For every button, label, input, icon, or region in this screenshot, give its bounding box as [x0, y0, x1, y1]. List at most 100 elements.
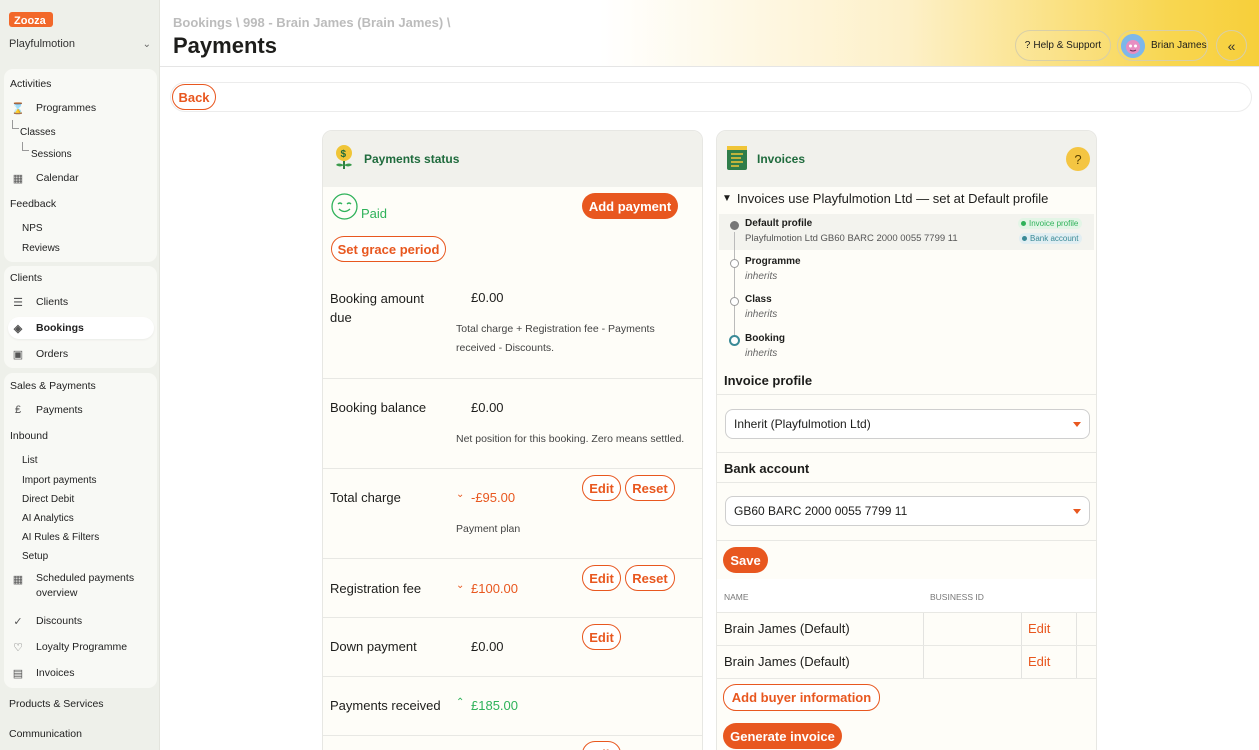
action-bar	[170, 82, 1252, 112]
calendar-icon: ▦	[12, 172, 24, 185]
reset-total-charge-button[interactable]: Reset	[625, 475, 675, 501]
set-grace-period-button[interactable]: Set grace period	[331, 236, 446, 262]
money-plant-icon: $	[336, 145, 352, 169]
sidebar-item-orders[interactable]: ▣ Orders	[8, 343, 154, 365]
payments-received-label: Payments received	[330, 698, 441, 713]
clients-group: Clients ☰ Clients ◈ Bookings ▣ Orders	[4, 266, 157, 368]
svg-text:$: $	[341, 149, 347, 160]
zooza-logo[interactable]: Zooza	[9, 9, 55, 29]
booking-balance-value: £0.00	[471, 400, 504, 415]
payments-status-card: $ Payments status Paid Add payment Set g…	[322, 130, 703, 750]
chevron-down-icon[interactable]: ⌄	[456, 580, 464, 591]
sidebar-item-classes[interactable]: Classes	[16, 121, 162, 143]
edit-buyer-link[interactable]: Edit	[1028, 621, 1050, 636]
total-charge-label: Total charge	[330, 490, 401, 505]
add-buyer-information-button[interactable]: Add buyer information	[723, 684, 880, 711]
triangle-down-icon: ▼	[722, 193, 732, 204]
edit-button[interactable]: Edit	[582, 741, 621, 750]
sidebar-item-payments[interactable]: ₤ Payments	[8, 399, 154, 421]
sales-group: Sales & Payments ₤ Payments Inbound List …	[4, 373, 157, 688]
breadcrumb[interactable]: Bookings \ 998 - Brain James (Brain Jame…	[173, 15, 450, 30]
add-payment-button[interactable]: Add payment	[582, 193, 678, 219]
timeline-dot-current	[729, 335, 740, 346]
sidebar-item-products[interactable]: Products & Services	[9, 698, 104, 710]
sidebar-item-invoices[interactable]: ▤ Invoices	[8, 662, 154, 684]
generate-invoice-button[interactable]: Generate invoice	[723, 723, 842, 749]
booking-amount-due-value: £0.00	[471, 290, 504, 305]
sidebar-item-discounts[interactable]: ✓ Discounts	[8, 610, 154, 632]
bookings-icon: ◈	[13, 322, 23, 335]
activities-group: Activities ⌛ Programmes Classes Sessions …	[4, 69, 157, 262]
question-icon: ?	[1024, 40, 1031, 51]
tag-icon: ✓	[13, 615, 23, 628]
timeline-default-profile: Default profile Playfulmotion Ltd GB60 B…	[745, 218, 958, 244]
back-button[interactable]: Back	[172, 84, 216, 110]
invoice-profile-label: Invoice profile	[724, 373, 813, 388]
edit-total-charge-button[interactable]: Edit	[582, 475, 621, 501]
sidebar-item-clients[interactable]: ☰ Clients	[8, 291, 154, 313]
group-title-sales: Sales & Payments	[10, 380, 96, 392]
payments-received-value: £185.00	[471, 698, 518, 713]
column-header-business-id: BUSINESS ID	[930, 592, 984, 602]
chevron-up-icon[interactable]: ⌃	[456, 697, 464, 708]
help-icon[interactable]: ?	[1066, 147, 1090, 171]
total-charge-desc: Payment plan	[456, 523, 521, 535]
clients-icon: ☰	[13, 296, 23, 309]
table-row: Brain James (Default) Edit	[717, 613, 1096, 645]
bank-account-badge: Bank account	[1019, 233, 1083, 244]
payment-status-label: Paid	[361, 206, 388, 221]
sidebar-item-bookings[interactable]: ◈ Bookings	[8, 317, 154, 339]
buyer-name: Brain James (Default)	[724, 621, 850, 636]
edit-registration-fee-button[interactable]: Edit	[582, 565, 621, 591]
caret-down-icon	[1073, 422, 1081, 427]
total-charge-value: -£95.00	[471, 490, 516, 505]
invoices-card-title: Invoices	[757, 152, 806, 166]
reset-registration-fee-button[interactable]: Reset	[625, 565, 675, 591]
group-title-activities: Activities	[10, 78, 52, 90]
booking-amount-due-label: Booking amount due	[330, 291, 424, 325]
invoice-profile-select[interactable]: Inherit (Playfulmotion Ltd)	[725, 409, 1090, 439]
sidebar-item-loyalty[interactable]: ♡ Loyalty Programme	[8, 636, 154, 658]
group-title-feedback: Feedback	[10, 198, 57, 210]
save-button[interactable]: Save	[723, 547, 768, 573]
invoice-profile-badge: Invoice profile	[1018, 218, 1083, 229]
column-header-name: NAME	[724, 592, 749, 602]
calendar-icon: ▦	[12, 574, 24, 586]
collapse-icon[interactable]: «	[1216, 30, 1247, 61]
chevron-down-icon[interactable]: ⌄	[456, 489, 464, 500]
booking-amount-due-desc: Total charge + Registration fee - Paymen…	[456, 323, 655, 354]
sidebar-item-scheduled-payments[interactable]: ▦ Scheduled payments overview	[8, 571, 154, 603]
invoice-icon: ▤	[12, 667, 24, 680]
svg-text:Zooza: Zooza	[14, 15, 47, 27]
user-name: Brian James	[1151, 40, 1207, 51]
timeline-class: Class inherits	[745, 294, 778, 320]
invoices-summary[interactable]: ▼ Invoices use Playfulmotion Ltd — set a…	[722, 191, 1048, 206]
booking-balance-label: Booking balance	[330, 400, 427, 415]
org-switcher[interactable]: Playfulmotion ⌄	[9, 38, 151, 50]
sidebar-item-programmes[interactable]: ⌛ Programmes	[8, 97, 154, 119]
help-support-button[interactable]: ? Help & Support	[1015, 30, 1111, 61]
edit-down-payment-button[interactable]: Edit	[582, 624, 621, 650]
caret-down-icon	[1073, 509, 1081, 514]
timeline-programme: Programme inherits	[745, 256, 801, 282]
edit-buyer-link[interactable]: Edit	[1028, 654, 1050, 669]
down-payment-value: £0.00	[471, 639, 504, 654]
sidebar: Zooza Playfulmotion ⌄ Activities ⌛ Progra…	[0, 0, 160, 750]
payments-card-title: Payments status	[364, 152, 460, 166]
sidebar-item-nps[interactable]: NPS	[17, 217, 163, 239]
table-row: Brain James (Default) Edit	[717, 646, 1096, 678]
sidebar-item-sessions[interactable]: Sessions	[26, 143, 172, 165]
user-menu[interactable]: Brian James	[1117, 30, 1208, 61]
bank-account-select[interactable]: GB60 BARC 2000 0055 7799 11	[725, 496, 1090, 526]
sidebar-item-calendar[interactable]: ▦ Calendar	[8, 167, 154, 189]
timeline-booking: Booking inherits	[745, 333, 785, 359]
receipt-icon	[727, 146, 747, 170]
coin-icon: ₤	[14, 404, 22, 416]
sidebar-item-reviews[interactable]: Reviews	[17, 237, 163, 259]
sidebar-item-setup[interactable]: Setup	[17, 545, 163, 567]
org-name: Playfulmotion	[9, 38, 76, 50]
page-title: Payments	[173, 33, 277, 58]
sidebar-item-list[interactable]: List	[17, 449, 163, 471]
sidebar-item-communication[interactable]: Communication	[9, 728, 82, 740]
timeline-dot	[730, 221, 739, 230]
